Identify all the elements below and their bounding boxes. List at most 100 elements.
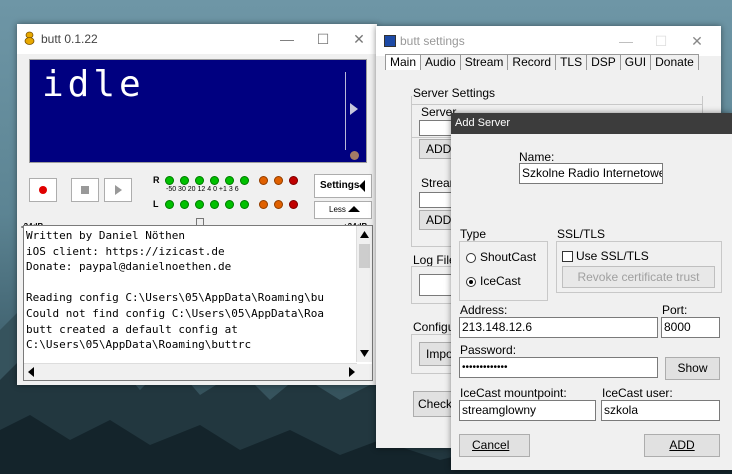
- minimize-icon[interactable]: —: [272, 28, 302, 50]
- address-input[interactable]: 213.148.12.6: [459, 317, 658, 338]
- vu-left-led: [225, 200, 234, 209]
- shoutcast-radio[interactable]: [466, 253, 476, 263]
- close-icon[interactable]: ✕: [344, 28, 374, 50]
- butt-app-icon: [24, 31, 35, 45]
- use-ssl-checkbox[interactable]: [562, 251, 573, 262]
- status-display: idle: [29, 59, 367, 163]
- scroll-right-icon: [349, 367, 355, 377]
- stop-icon: [81, 186, 89, 194]
- minimize-icon[interactable]: —: [611, 30, 641, 52]
- icecast-radio[interactable]: [466, 277, 476, 287]
- arrow-up-icon: [348, 206, 360, 212]
- vu-right-led: [210, 176, 219, 185]
- log-text: Written by Daniel Nöthen iOS client: htt…: [26, 229, 325, 352]
- shoutcast-label[interactable]: ShoutCast: [480, 250, 536, 264]
- vu-left-label: L: [153, 199, 159, 209]
- vu-right-led: [195, 176, 204, 185]
- display-status-text: idle: [42, 64, 145, 105]
- tab-dsp[interactable]: DSP: [586, 54, 621, 70]
- tab-stream[interactable]: Stream: [459, 54, 509, 70]
- name-input[interactable]: Szkolne Radio Internetowe: [519, 163, 663, 184]
- add-server-titlebar[interactable]: Add Server: [451, 113, 732, 134]
- scroll-thumb: [359, 244, 370, 268]
- settings-button[interactable]: Settings: [314, 174, 372, 198]
- tab-record[interactable]: Record: [507, 54, 557, 70]
- address-label: Address:: [460, 303, 508, 317]
- vu-scale: -50 30 20 12 4 0 +1 3 6: [166, 186, 239, 193]
- mountpoint-input[interactable]: streamglowny: [459, 400, 596, 421]
- icecast-user-label: IceCast user:: [602, 386, 673, 400]
- icecast-user-input[interactable]: szkola: [601, 400, 720, 421]
- vu-right-label: R: [153, 175, 160, 185]
- log-textarea[interactable]: Written by Daniel Nöthen iOS client: htt…: [23, 225, 373, 381]
- port-input[interactable]: 8000: [661, 317, 720, 338]
- ssl-label: SSL/TLS: [557, 227, 606, 241]
- settings-window-title: butt settings: [400, 34, 465, 48]
- scrollbar-corner: [357, 364, 372, 380]
- record-icon: [39, 186, 47, 194]
- vu-right-led: [225, 176, 234, 185]
- vu-right-led: [274, 176, 283, 185]
- log-file-label: Log File: [412, 253, 457, 267]
- stream-indicator-icon: [350, 103, 358, 115]
- stop-button[interactable]: [71, 178, 99, 202]
- vu-left-led: [210, 200, 219, 209]
- log-file-input[interactable]: [419, 274, 453, 296]
- play-button[interactable]: [104, 178, 132, 202]
- icecast-label[interactable]: IceCast: [480, 274, 521, 288]
- use-ssl-label[interactable]: Use SSL/TLS: [576, 249, 649, 263]
- vu-left-led: [195, 200, 204, 209]
- show-password-button[interactable]: Show: [665, 357, 720, 380]
- tab-gui[interactable]: GUI: [619, 54, 652, 70]
- cancel-button[interactable]: Cancel: [459, 434, 530, 457]
- log-horizontal-scrollbar[interactable]: [24, 363, 357, 380]
- butt-titlebar[interactable]: butt 0.1.22 — ☐ ✕: [17, 24, 377, 54]
- play-icon: [115, 185, 122, 195]
- record-button[interactable]: [29, 178, 57, 202]
- arrow-left-icon: [359, 180, 365, 192]
- scroll-down-icon: [360, 350, 369, 357]
- butt-window-title: butt 0.1.22: [41, 32, 98, 46]
- log-vertical-scrollbar[interactable]: [356, 226, 372, 362]
- import-button[interactable]: Impo: [419, 342, 453, 366]
- scrollbar-arrows: [359, 231, 370, 357]
- close-icon[interactable]: ✕: [682, 30, 712, 52]
- tab-donate[interactable]: Donate: [650, 54, 699, 70]
- settings-button-label: Settings: [320, 180, 360, 191]
- config-label: Configu: [412, 320, 456, 334]
- maximize-icon[interactable]: ☐: [646, 30, 676, 52]
- revoke-trust-button[interactable]: Revoke certificate trust: [562, 266, 715, 288]
- vu-left-led: [180, 200, 189, 209]
- type-label: Type: [460, 227, 487, 241]
- settings-tabs: Main Audio Stream Record TLS DSP GUI Donate: [385, 54, 699, 71]
- maximize-icon[interactable]: ☐: [308, 28, 338, 50]
- tab-main[interactable]: Main: [385, 54, 422, 70]
- scroll-up-icon: [360, 231, 369, 238]
- tab-tls[interactable]: TLS: [555, 54, 588, 70]
- password-label: Password:: [460, 343, 517, 357]
- vu-meter: R L -50 30 20 12 4 0 +1 3 6: [153, 174, 313, 214]
- settings-app-icon: [384, 35, 396, 47]
- butt-window: butt 0.1.22 — ☐ ✕ idle R L -50 30 20 12 …: [17, 24, 377, 385]
- vu-right-led: [165, 176, 174, 185]
- vu-right-led: [180, 176, 189, 185]
- scroll-left-icon: [28, 367, 34, 377]
- less-button-label: Less: [329, 205, 346, 214]
- port-label: Port:: [662, 303, 688, 317]
- add-server-button[interactable]: ADD: [644, 434, 720, 457]
- tab-audio[interactable]: Audio: [420, 54, 461, 70]
- vu-right-led: [259, 176, 268, 185]
- vu-left-led: [240, 200, 249, 209]
- settings-titlebar[interactable]: butt settings — ☐ ✕: [376, 26, 721, 56]
- hscrollbar-arrows: [28, 367, 355, 377]
- vu-left-led: [259, 200, 268, 209]
- name-label: Name:: [519, 150, 555, 164]
- add-server-dialog: Add Server Name: Szkolne Radio Interneto…: [451, 113, 732, 470]
- mountpoint-label: IceCast mountpoint:: [460, 386, 567, 400]
- vu-left-led: [274, 200, 283, 209]
- password-input[interactable]: •••••••••••••: [459, 357, 658, 378]
- check-update-button[interactable]: Check: [413, 391, 455, 417]
- record-indicator-icon: [350, 151, 359, 160]
- vu-right-led: [289, 176, 298, 185]
- display-separator: [345, 72, 346, 150]
